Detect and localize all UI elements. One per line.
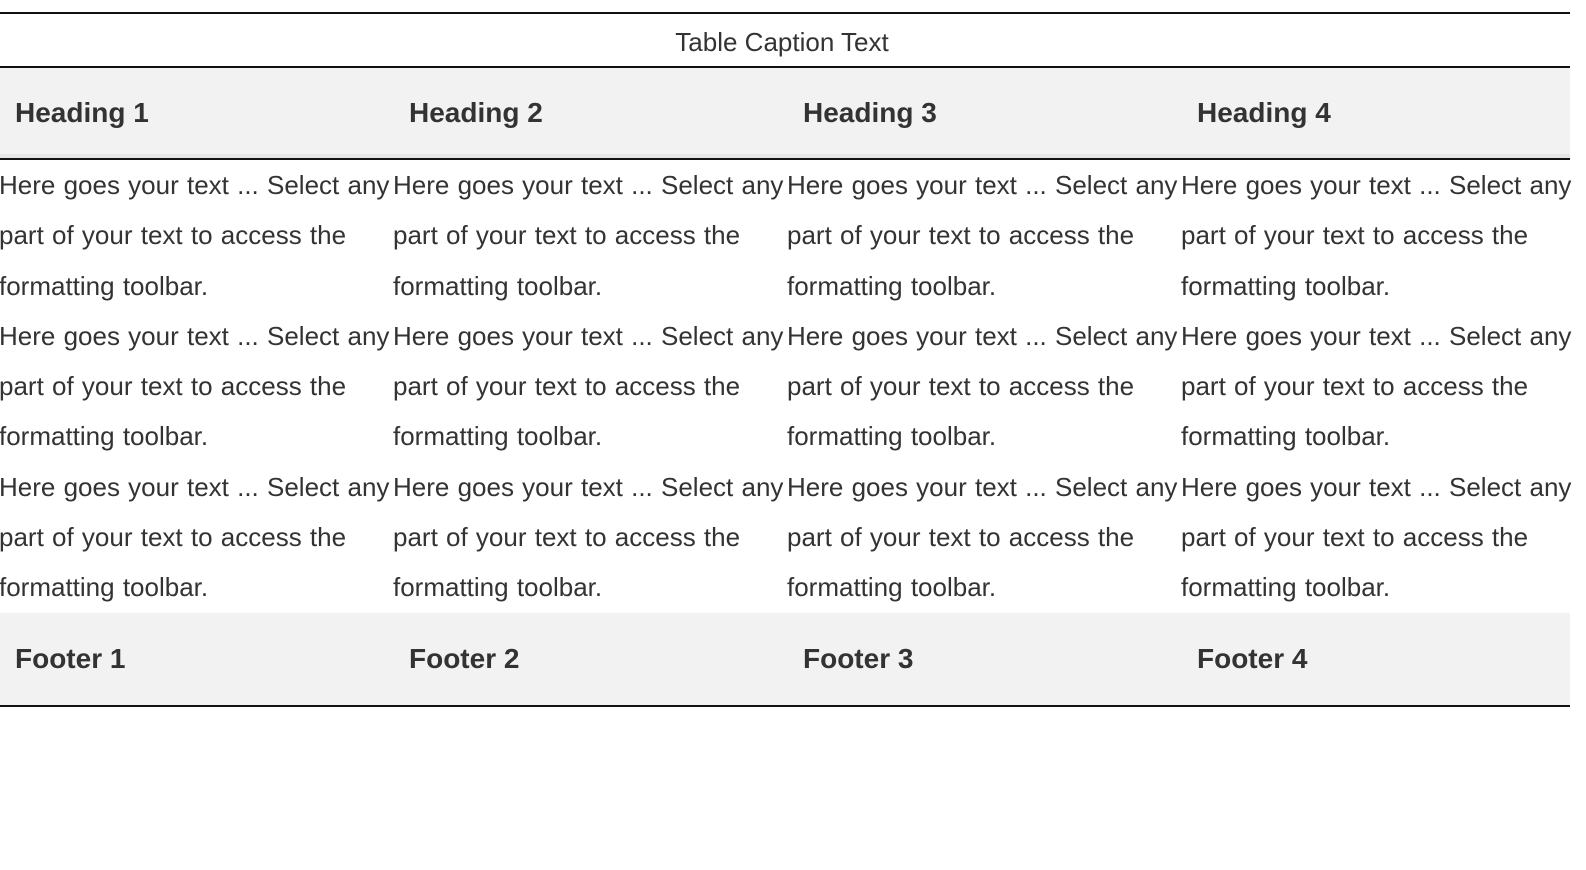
table-header: Heading 1 Heading 2 Heading 3 Heading 4	[0, 67, 1570, 160]
footer-row: Footer 1 Footer 2 Footer 3 Footer 4	[0, 612, 1570, 706]
table-cell[interactable]: Here goes your text ... Select any part …	[1176, 462, 1572, 613]
header-row: Heading 1 Heading 2 Heading 3 Heading 4	[0, 67, 1570, 160]
table-cell[interactable]: Here goes your text ... Select any part …	[0, 462, 390, 613]
table-cell[interactable]: Here goes your text ... Select any part …	[388, 159, 784, 311]
cell-text: Here goes your text ... Select any part …	[787, 320, 1178, 452]
column-heading-3: Heading 3	[782, 67, 1176, 160]
table-cell[interactable]: Here goes your text ... Select any part …	[782, 311, 1178, 462]
cell-text: Here goes your text ... Select any part …	[393, 320, 784, 452]
table-cell[interactable]: Here goes your text ... Select any part …	[388, 462, 784, 613]
footer-cell-1: Footer 1	[15, 642, 126, 674]
table-row: Here goes your text ... Select any part …	[0, 462, 1572, 613]
table-row: Here goes your text ... Select any part …	[0, 311, 1572, 462]
table-body: Here goes your text ... Select any part …	[0, 159, 1572, 613]
cell-text: Here goes your text ... Select any part …	[1181, 471, 1572, 603]
table-footer: Footer 1 Footer 2 Footer 3 Footer 4	[0, 612, 1570, 706]
footer-cell-3: Footer 3	[803, 642, 914, 674]
cell-text: Here goes your text ... Select any part …	[787, 170, 1178, 301]
table-cell[interactable]: Here goes your text ... Select any part …	[0, 311, 390, 462]
column-heading-1: Heading 1	[0, 67, 388, 160]
cell-text: Here goes your text ... Select any part …	[393, 471, 784, 603]
footer-cell-4: Footer 4	[1197, 642, 1308, 674]
cell-text: Here goes your text ... Select any part …	[0, 320, 390, 452]
table-cell[interactable]: Here goes your text ... Select any part …	[1176, 159, 1572, 311]
table-cell[interactable]: Here goes your text ... Select any part …	[782, 462, 1178, 613]
table-container: Table Caption Text Heading 1 Heading 2 H…	[0, 12, 1586, 707]
footer-cell-2: Footer 2	[409, 642, 520, 674]
cell-text: Here goes your text ... Select any part …	[393, 170, 784, 301]
table-cell[interactable]: Here goes your text ... Select any part …	[0, 159, 390, 311]
table-cell[interactable]: Here goes your text ... Select any part …	[782, 159, 1178, 311]
column-heading-4: Heading 4	[1176, 67, 1570, 160]
cell-text: Here goes your text ... Select any part …	[787, 471, 1178, 603]
cell-text: Here goes your text ... Select any part …	[1181, 320, 1572, 452]
table-cell[interactable]: Here goes your text ... Select any part …	[388, 311, 784, 462]
cell-text: Here goes your text ... Select any part …	[1181, 170, 1572, 301]
cell-text: Here goes your text ... Select any part …	[0, 170, 390, 301]
cell-text: Here goes your text ... Select any part …	[0, 471, 390, 603]
data-table: Table Caption Text Heading 1 Heading 2 H…	[0, 12, 1572, 707]
table-caption: Table Caption Text	[0, 12, 1570, 66]
table-cell[interactable]: Here goes your text ... Select any part …	[1176, 311, 1572, 462]
column-heading-2: Heading 2	[388, 67, 782, 160]
table-row: Here goes your text ... Select any part …	[0, 159, 1572, 311]
